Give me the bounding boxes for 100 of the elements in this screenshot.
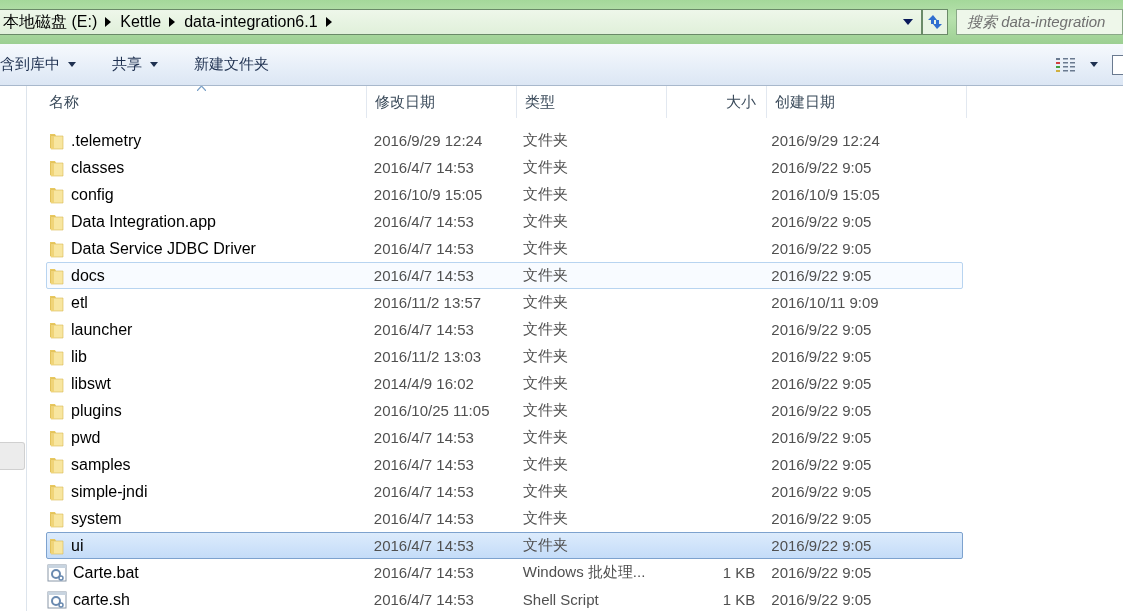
file-row[interactable]: docs 2016/4/7 14:53 文件夹 2016/9/22 9:05 xyxy=(46,262,963,289)
breadcrumb[interactable]: 本地磁盘 (E:) xyxy=(0,11,106,33)
folder-icon xyxy=(47,536,65,555)
file-name: ui xyxy=(71,536,84,555)
created-date: 2016/9/22 9:05 xyxy=(771,537,872,554)
breadcrumb[interactable]: data-integration6.1 xyxy=(181,13,326,31)
preview-pane-icon[interactable] xyxy=(1112,54,1123,75)
file-type: 文件夹 xyxy=(522,374,568,393)
file-type: 文件夹 xyxy=(522,347,568,366)
folder-icon xyxy=(47,374,65,393)
file-row[interactable]: samples 2016/4/7 14:53 文件夹 2016/9/22 9:05 xyxy=(46,451,963,478)
created-date: 2016/9/22 9:05 xyxy=(771,483,872,500)
file-name: lib xyxy=(71,347,87,366)
modified-date: 2016/4/7 14:53 xyxy=(373,456,474,473)
file-row[interactable]: simple-jndi 2016/4/7 14:53 文件夹 2016/9/22 9:05 xyxy=(46,478,963,505)
file-type: 文件夹 xyxy=(522,455,568,474)
file-type: 文件夹 xyxy=(522,212,568,231)
folder-icon xyxy=(47,320,65,339)
created-date: 2016/9/22 9:05 xyxy=(771,348,872,365)
file-row[interactable]: system 2016/4/7 14:53 文件夹 2016/9/22 9:05 xyxy=(46,505,963,532)
file-name: libswt xyxy=(71,374,111,393)
toolbar-button[interactable]: 新建文件夹 xyxy=(194,51,287,78)
created-date: 2016/9/29 12:24 xyxy=(771,132,880,149)
file-row[interactable]: plugins 2016/10/25 11:05 文件夹 2016/9/22 9:05 xyxy=(46,397,963,424)
folder-icon xyxy=(47,509,65,528)
file-name: carte.sh xyxy=(73,590,130,609)
folder-icon xyxy=(47,401,65,420)
file-type: 文件夹 xyxy=(522,131,568,150)
file-name: launcher xyxy=(71,320,133,339)
modified-date: 2016/11/2 13:03 xyxy=(373,348,482,365)
caret-icon[interactable] xyxy=(1090,62,1098,67)
modified-date: 2016/4/7 14:53 xyxy=(373,510,474,527)
modified-date: 2016/4/7 14:53 xyxy=(373,267,474,284)
modified-date: 2016/4/7 14:53 xyxy=(373,537,474,554)
folder-icon xyxy=(47,131,65,150)
file-size: 1 KB xyxy=(722,591,756,608)
column-header[interactable]: 名称 xyxy=(41,86,367,118)
modified-date: 2016/4/7 14:53 xyxy=(373,159,474,176)
view-list-icon[interactable] xyxy=(1056,56,1076,73)
toolbar-button[interactable]: 含到库中 xyxy=(0,51,94,78)
modified-date: 2016/10/9 15:05 xyxy=(373,186,483,203)
folder-icon xyxy=(47,293,65,312)
created-date: 2016/9/22 9:05 xyxy=(771,402,872,419)
file-name: etl xyxy=(71,293,88,312)
file-size: 1 KB xyxy=(722,564,756,581)
column-header[interactable]: 创建日期 xyxy=(767,86,967,118)
column-header[interactable]: 大小 xyxy=(667,86,767,118)
file-name: Data Integration.app xyxy=(71,212,216,231)
file-row[interactable]: pwd 2016/4/7 14:53 文件夹 2016/9/22 9:05 xyxy=(46,424,963,451)
file-name: plugins xyxy=(71,401,122,420)
file-row[interactable]: etl 2016/11/2 13:57 文件夹 2016/10/11 9:09 xyxy=(46,289,963,316)
file-row[interactable]: Data Integration.app 2016/4/7 14:53 文件夹 2016/9/22 9:05 xyxy=(46,208,963,235)
folder-icon xyxy=(47,239,65,258)
file-row[interactable]: lib 2016/11/2 13:03 文件夹 2016/9/22 9:05 xyxy=(46,343,963,370)
file-name: Data Service JDBC Driver xyxy=(71,239,256,258)
search-placeholder: 搜索 data-integration xyxy=(967,12,1106,32)
file-row[interactable]: ui 2016/4/7 14:53 文件夹 2016/9/22 9:05 xyxy=(46,532,963,559)
column-header[interactable]: 类型 xyxy=(517,86,667,118)
caret-icon xyxy=(68,62,76,67)
file-row[interactable]: libswt 2014/4/9 16:02 文件夹 2016/9/22 9:05 xyxy=(46,370,963,397)
breadcrumb[interactable]: Kettle xyxy=(117,13,170,31)
file-name: docs xyxy=(71,266,105,285)
created-date: 2016/9/22 9:05 xyxy=(771,375,872,392)
column-header[interactable]: 修改日期 xyxy=(367,86,517,118)
file-row[interactable]: config 2016/10/9 15:05 文件夹 2016/10/9 15:05 xyxy=(46,181,963,208)
toolbar-button[interactable]: 共享 xyxy=(112,51,176,78)
created-date: 2016/9/22 9:05 xyxy=(771,456,872,473)
file-row[interactable]: Data Service JDBC Driver 2016/4/7 14:53 文件夹 2016/9/22 9:05 xyxy=(46,235,963,262)
file-type: Windows 批处理... xyxy=(522,563,646,582)
folder-icon xyxy=(47,428,65,447)
file-name: simple-jndi xyxy=(71,482,148,501)
folder-icon xyxy=(47,158,65,177)
script-file-icon xyxy=(47,590,67,609)
created-date: 2016/9/22 9:05 xyxy=(771,429,872,446)
file-type: 文件夹 xyxy=(522,293,568,312)
created-date: 2016/9/22 9:05 xyxy=(771,510,872,527)
modified-date: 2016/9/29 12:24 xyxy=(373,132,483,149)
file-row[interactable]: launcher 2016/4/7 14:53 文件夹 2016/9/22 9:05 xyxy=(46,316,963,343)
address-bar[interactable]: 本地磁盘 (E:) Kettle data-integration6.1 xyxy=(0,9,922,35)
modified-date: 2016/4/7 14:53 xyxy=(373,564,474,581)
refresh-arrows-icon xyxy=(926,14,944,30)
created-date: 2016/9/22 9:05 xyxy=(771,213,872,230)
file-type: 文件夹 xyxy=(522,185,568,204)
created-date: 2016/9/22 9:05 xyxy=(771,591,872,608)
folder-icon xyxy=(47,455,65,474)
modified-date: 2016/4/7 14:53 xyxy=(373,591,474,608)
file-type: Shell Script xyxy=(522,591,599,608)
file-row[interactable]: .telemetry 2016/9/29 12:24 文件夹 2016/9/29 12:24 xyxy=(46,127,963,154)
folder-icon xyxy=(47,266,65,285)
file-type: 文件夹 xyxy=(522,266,568,285)
dropdown-arrow-icon[interactable] xyxy=(903,19,913,25)
file-row[interactable]: Carte.bat 2016/4/7 14:53 Windows 批处理... 1 KB 2016/9/22 9:05 xyxy=(46,559,963,586)
file-row[interactable]: classes 2016/4/7 14:53 文件夹 2016/9/22 9:05 xyxy=(46,154,963,181)
file-name: pwd xyxy=(71,428,101,447)
refresh-button[interactable] xyxy=(922,9,948,35)
file-type: 文件夹 xyxy=(522,401,568,420)
search-field[interactable]: 搜索 data-integration xyxy=(956,9,1123,35)
file-name: config xyxy=(71,185,114,204)
created-date: 2016/10/11 9:09 xyxy=(771,294,879,311)
file-row[interactable]: carte.sh 2016/4/7 14:53 Shell Script 1 KB 2016/9/22 9:05 xyxy=(46,586,963,611)
